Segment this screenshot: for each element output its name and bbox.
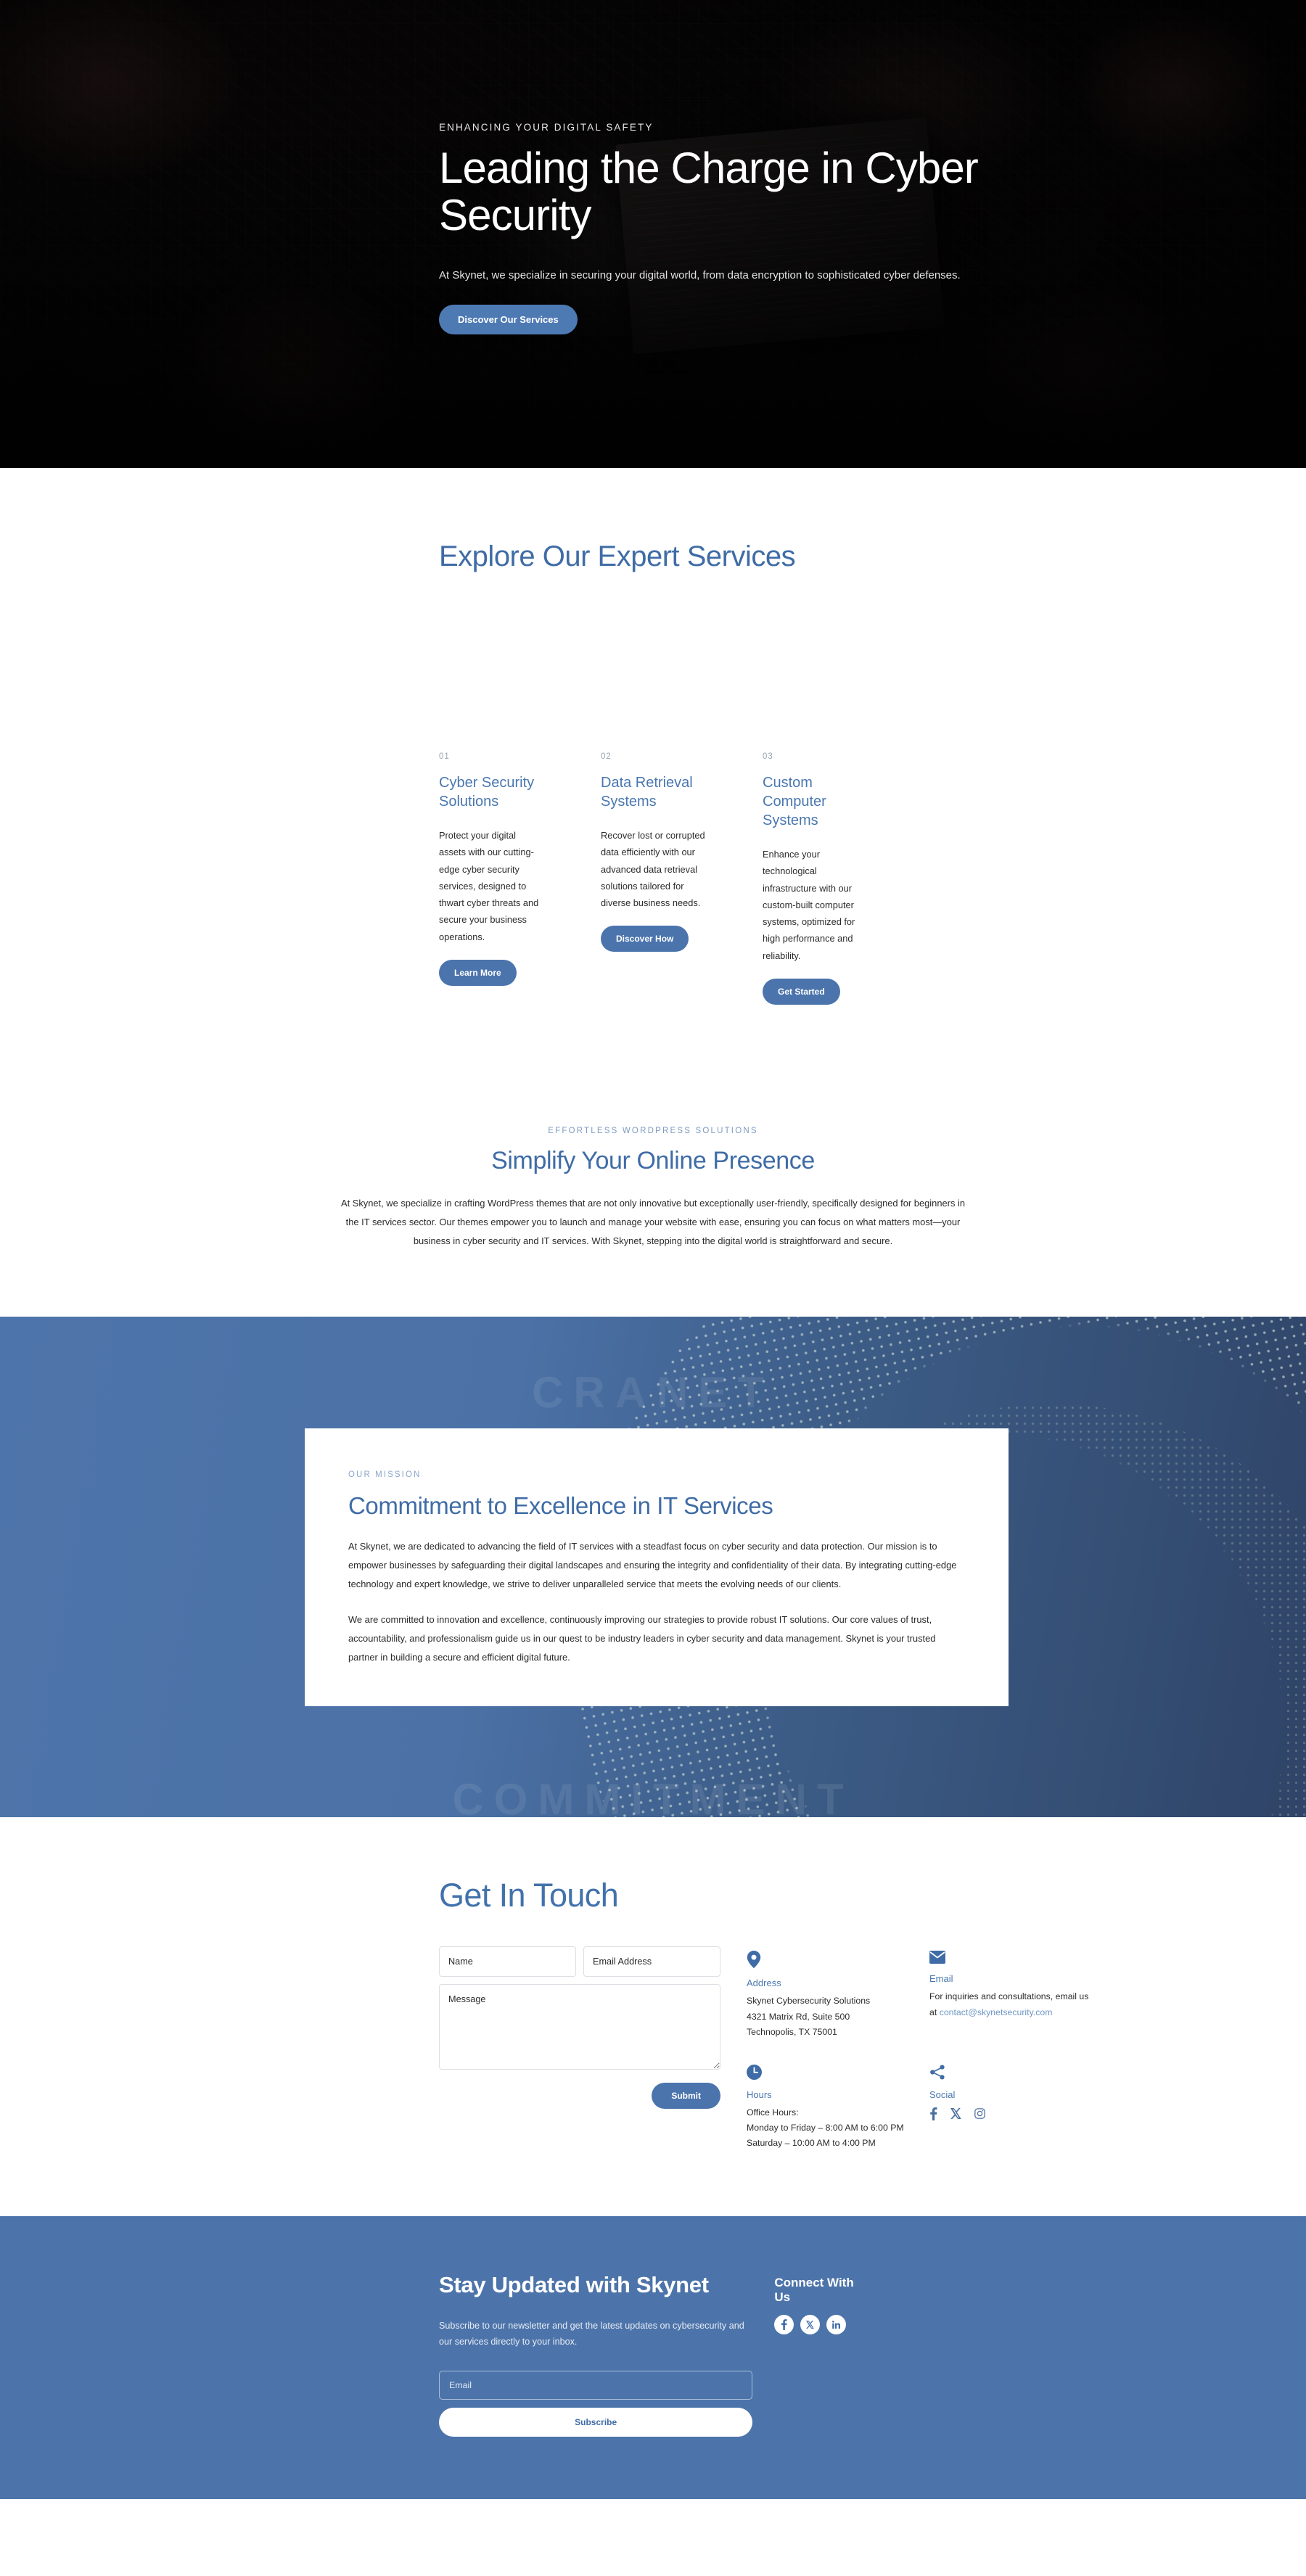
contact-info-social: Social <box>929 2065 1096 2151</box>
service-card-text: Recover lost or corrupted data efficient… <box>601 830 705 909</box>
contact-title: Get In Touch <box>439 1877 619 1914</box>
mission-watermark-top: CRANET <box>532 1368 774 1417</box>
contact-section: Get In Touch Submit Address Sk <box>0 1817 1306 2217</box>
x-twitter-icon[interactable] <box>800 2315 821 2335</box>
footer-text: Subscribe to our newsletter and get the … <box>439 2321 744 2347</box>
contact-info-label: Address <box>747 1978 781 1989</box>
service-card: 02 Data Retrieval Systems Recover lost o… <box>601 752 705 1005</box>
simplify-text: At Skynet, we specialize in crafting Wor… <box>340 1197 966 1246</box>
submit-button[interactable]: Submit <box>652 2083 720 2110</box>
footer-connect-title: Connect With Us <box>774 2276 854 2305</box>
instagram-icon[interactable] <box>974 2108 985 2123</box>
location-pin-icon <box>747 1951 913 1969</box>
clock-icon <box>747 2064 913 2080</box>
hero-title: Leading the Charge in Cyber Security <box>439 144 979 240</box>
facebook-icon[interactable] <box>774 2315 794 2335</box>
service-card-cta-button[interactable]: Discover How <box>601 926 689 952</box>
footer-title: Stay Updated with Skynet <box>439 2272 709 2298</box>
service-card: 03 Custom Computer Systems Enhance your … <box>763 752 867 1005</box>
contact-email-link[interactable]: contact@skynetsecurity.com <box>940 2007 1053 2017</box>
service-card-number: 01 <box>439 752 450 761</box>
newsletter-block: Stay Updated with Skynet Subscribe to ou… <box>439 2271 753 2437</box>
service-card-text: Enhance your technological infrastructur… <box>763 849 855 961</box>
contact-info-hours: Hours Office Hours: Monday to Friday – 8… <box>747 2064 913 2151</box>
simplify-title: Simplify Your Online Presence <box>491 1146 815 1174</box>
contact-info-label: Email <box>929 1973 953 1985</box>
mission-eyebrow: OUR MISSION <box>348 1470 422 1479</box>
subscribe-button[interactable]: Subscribe <box>439 2407 753 2437</box>
service-card: 01 Cyber Security Solutions Protect your… <box>439 752 543 1005</box>
contact-info-label: Social <box>929 2089 956 2100</box>
mission-section: CRANET COMMITMENT OUR MISSION Commitment… <box>0 1317 1306 1818</box>
contact-info-grid: Address Skynet Cybersecurity Solutions 4… <box>747 1946 1096 2151</box>
service-card-number: 02 <box>601 752 612 761</box>
hero-section: ENHANCING YOUR DIGITAL SAFETY Leading th… <box>0 0 1306 468</box>
contact-info-address: Address Skynet Cybersecurity Solutions 4… <box>747 1951 913 2039</box>
mission-card: OUR MISSION Commitment to Excellence in … <box>305 1428 1009 1706</box>
service-card-cta-button[interactable]: Learn More <box>439 959 517 986</box>
hero-eyebrow: ENHANCING YOUR DIGITAL SAFETY <box>439 122 654 133</box>
footer-social-list <box>774 2315 867 2335</box>
footer-section: Stay Updated with Skynet Subscribe to ou… <box>0 2216 1306 2499</box>
service-card-title: Custom Computer Systems <box>763 775 826 828</box>
footer-connect-block: Connect With Us <box>774 2271 867 2437</box>
mission-watermark-bottom: COMMITMENT <box>452 1775 854 1818</box>
service-card-title: Data Retrieval Systems <box>601 775 693 810</box>
hero-subtitle: At Skynet, we specialize in securing you… <box>439 268 961 281</box>
x-twitter-icon[interactable] <box>950 2108 961 2123</box>
mission-title: Commitment to Excellence in IT Services <box>348 1491 773 1519</box>
facebook-icon[interactable] <box>929 2107 937 2124</box>
discover-our-services-button[interactable]: Discover Our Services <box>439 304 578 334</box>
services-section: Explore Our Expert Services 01 Cyber Sec… <box>0 468 1306 1070</box>
share-icon <box>929 2065 1096 2080</box>
contact-info-email: Email For inquiries and consultations, e… <box>929 1951 1096 2039</box>
contact-info-label: Hours <box>747 2089 772 2100</box>
services-title: Explore Our Expert Services <box>439 540 796 572</box>
linkedin-icon[interactable] <box>826 2315 847 2335</box>
contact-info-text: For inquiries and consultations, email u… <box>929 1989 1096 2020</box>
mission-paragraph-1: At Skynet, we are dedicated to advancing… <box>348 1540 957 1589</box>
contact-info-text: Office Hours: Monday to Friday – 8:00 AM… <box>747 2107 904 2149</box>
contact-form: Submit <box>439 1946 720 2110</box>
simplify-section: EFFORTLESS WORDPRESS SOLUTIONS Simplify … <box>0 1069 1306 1317</box>
message-textarea[interactable] <box>439 1984 720 2070</box>
mission-paragraph-2: We are committed to innovation and excel… <box>348 1614 936 1663</box>
envelope-icon <box>929 1951 1096 1964</box>
email-input[interactable] <box>583 1946 720 1978</box>
service-card-text: Protect your digital assets with our cut… <box>439 830 539 942</box>
service-cards-list: 01 Cyber Security Solutions Protect your… <box>439 752 867 1005</box>
service-card-number: 03 <box>763 752 773 761</box>
service-card-cta-button[interactable]: Get Started <box>763 978 840 1005</box>
name-input[interactable] <box>439 1946 576 1978</box>
newsletter-email-input[interactable] <box>439 2370 753 2400</box>
simplify-eyebrow: EFFORTLESS WORDPRESS SOLUTIONS <box>548 1126 758 1135</box>
contact-info-text: Skynet Cybersecurity Solutions 4321 Matr… <box>747 1996 871 2037</box>
service-card-title: Cyber Security Solutions <box>439 775 535 810</box>
